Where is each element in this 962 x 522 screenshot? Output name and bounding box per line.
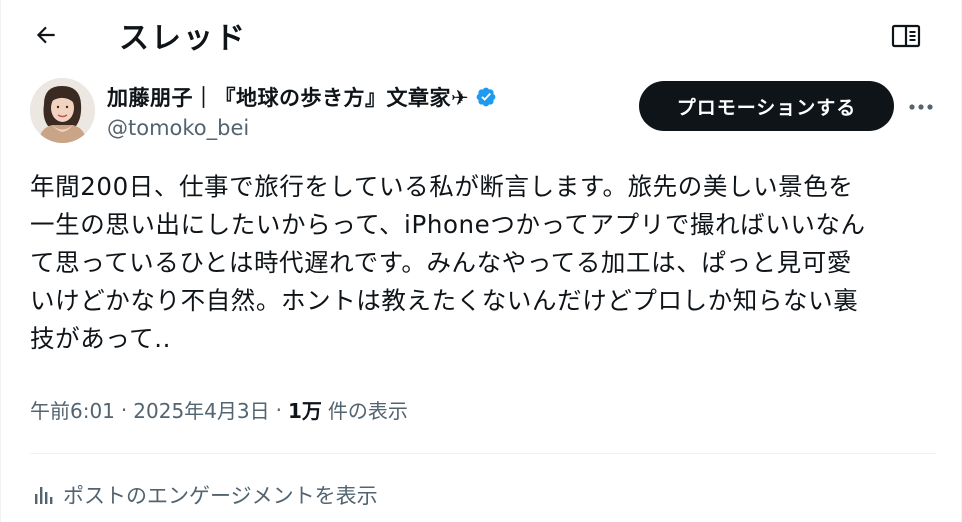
verified-badge-icon bbox=[476, 87, 496, 107]
page-title: スレッド bbox=[119, 21, 247, 56]
tweet-date[interactable]: 2025年4月3日 bbox=[133, 395, 269, 424]
promote-button[interactable]: プロモーションする bbox=[639, 81, 894, 131]
arrow-left-icon bbox=[36, 26, 55, 44]
author-avatar[interactable] bbox=[30, 78, 95, 143]
views-count: 1万 bbox=[288, 399, 322, 423]
page-header: スレッド bbox=[1, 0, 962, 68]
book-icon bbox=[891, 24, 921, 48]
meta-separator: · bbox=[120, 397, 128, 422]
tweet-text-line: いけどかなり不自然。ホントは教えたくないんだけどプロしか知らない裏 bbox=[30, 286, 859, 315]
author-handle[interactable]: @tomoko_bei bbox=[107, 116, 249, 140]
more-options-button[interactable] bbox=[901, 90, 941, 124]
tweet-meta: 午前6:01 · 2025年4月3日 · 1万 件の表示 bbox=[30, 395, 408, 424]
tweet-text-line: 一生の思い出にしたいからって、iPhoneつかってアプリで撮ればいいなん bbox=[30, 210, 866, 239]
divider bbox=[30, 453, 936, 454]
tweet-text-line: 技があって.. bbox=[30, 324, 172, 353]
meta-separator: · bbox=[275, 397, 282, 422]
more-dots-icon bbox=[909, 104, 933, 110]
thread-page: スレッド 加藤朋子｜『地球の歩き方』文章家✈ @tomoko_bei プロモーシ… bbox=[0, 0, 962, 522]
author-display-name: 加藤朋子｜『地球の歩き方』文章家✈ bbox=[107, 86, 470, 110]
reader-mode-button[interactable] bbox=[883, 13, 929, 59]
back-button[interactable] bbox=[23, 12, 69, 58]
view-engagement-link[interactable]: ポストのエンゲージメントを表示 bbox=[33, 480, 378, 510]
view-engagement-label: ポストのエンゲージメントを表示 bbox=[63, 484, 378, 508]
author-name-link[interactable]: 加藤朋子｜『地球の歩き方』文章家✈ bbox=[107, 82, 497, 112]
tweet-text-line: 年間200日、仕事で旅行をしている私が断言します。旅先の美しい景色を bbox=[30, 172, 854, 201]
views-label: 件の表示 bbox=[327, 399, 408, 423]
tweet-text: 年間200日、仕事で旅行をしている私が断言します。旅先の美しい景色を 一生の思い… bbox=[30, 168, 940, 358]
bar-chart-icon bbox=[35, 487, 53, 504]
tweet-time[interactable]: 午前6:01 bbox=[30, 395, 115, 424]
tweet-text-line: て思っているひとは時代遅れです。みんなやってる加工は、ぱっと見可愛 bbox=[30, 248, 852, 277]
avatar-photo bbox=[30, 78, 95, 143]
